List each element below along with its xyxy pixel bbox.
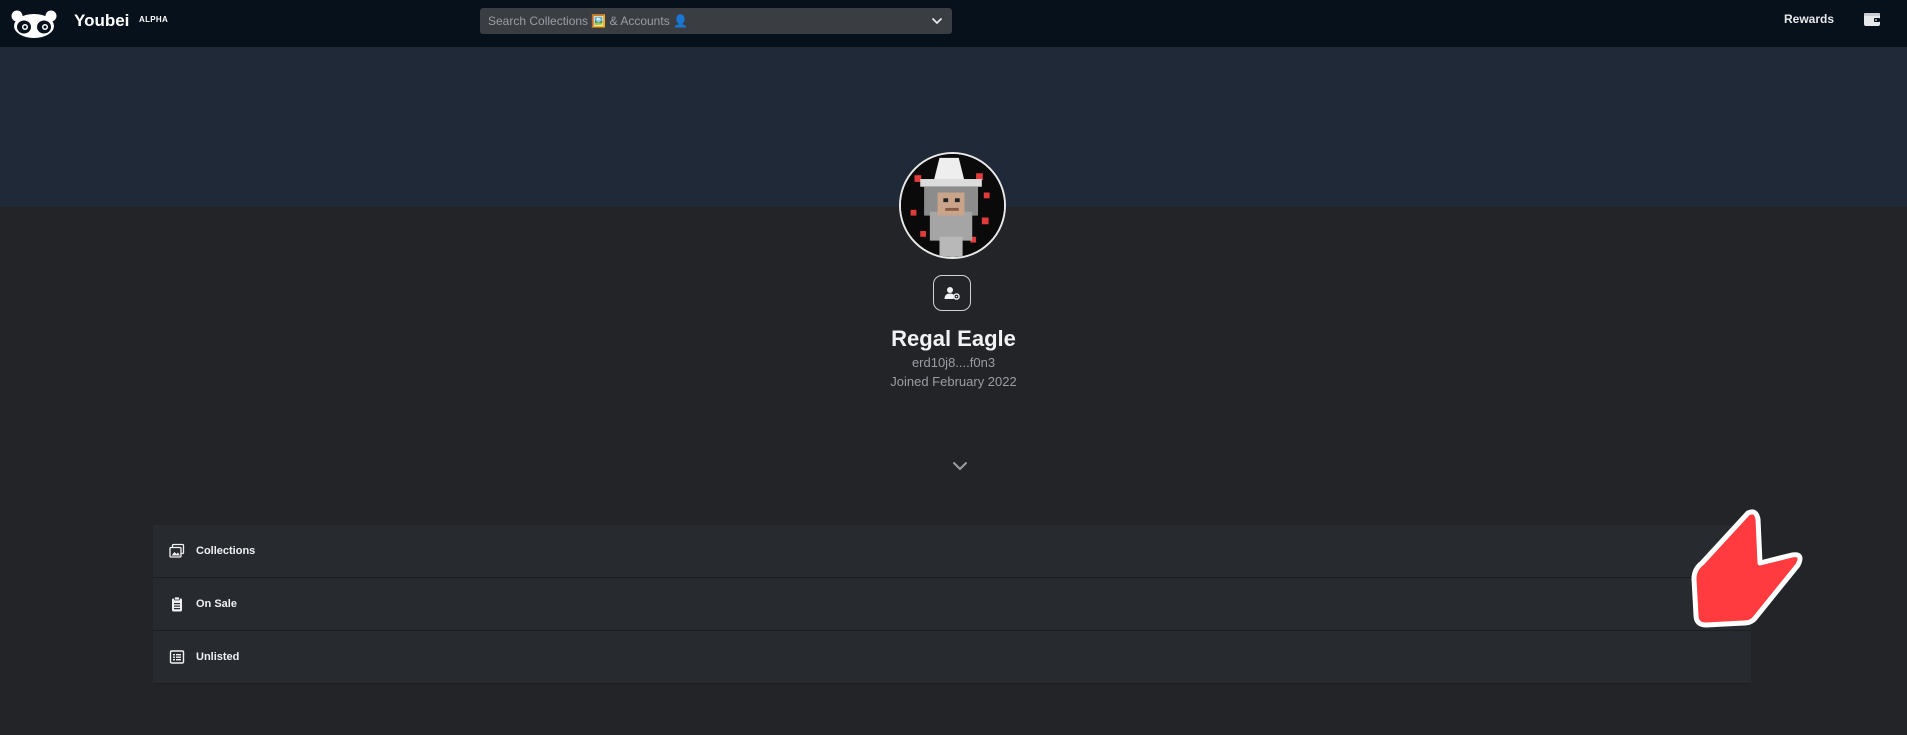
section-unlisted[interactable]: Unlisted <box>153 631 1751 684</box>
section-label: Collections <box>196 545 256 557</box>
chevron-down-icon[interactable] <box>951 459 969 473</box>
section-on-sale[interactable]: On Sale <box>153 578 1751 631</box>
profile-settings-button[interactable] <box>933 275 971 311</box>
clipboard-icon <box>172 596 182 612</box>
profile-sections: Collections On Sale Unlisted <box>153 525 1751 684</box>
top-navigation: Youbei ALPHA Search Collections 🖼️ & Acc… <box>0 0 1907 47</box>
brand-tag: ALPHA <box>139 15 169 24</box>
search-input[interactable]: Search Collections 🖼️ & Accounts 👤 <box>480 8 952 34</box>
wallet-address[interactable]: erd10j8....f0n3 <box>0 355 1907 370</box>
list-icon <box>169 650 185 664</box>
images-icon <box>169 543 185 558</box>
avatar <box>899 152 1006 259</box>
section-label: On Sale <box>196 598 237 610</box>
chevron-down-icon[interactable] <box>930 14 944 28</box>
joined-date: Joined February 2022 <box>890 374 1017 389</box>
section-label: Unlisted <box>196 651 240 663</box>
user-settings-icon <box>944 287 960 300</box>
brand-name[interactable]: Youbei <box>74 11 129 31</box>
pixel-wizard-avatar <box>901 154 1004 257</box>
rewards-link[interactable]: Rewards <box>1784 12 1834 26</box>
section-collections[interactable]: Collections <box>153 525 1751 578</box>
pointer-arrow-icon <box>1691 509 1803 628</box>
search-placeholder: Search Collections 🖼️ & Accounts 👤 <box>488 14 688 28</box>
panda-logo-icon[interactable] <box>10 10 58 38</box>
wallet-icon[interactable] <box>1863 11 1881 27</box>
profile-name: Regal Eagle <box>891 326 1016 351</box>
